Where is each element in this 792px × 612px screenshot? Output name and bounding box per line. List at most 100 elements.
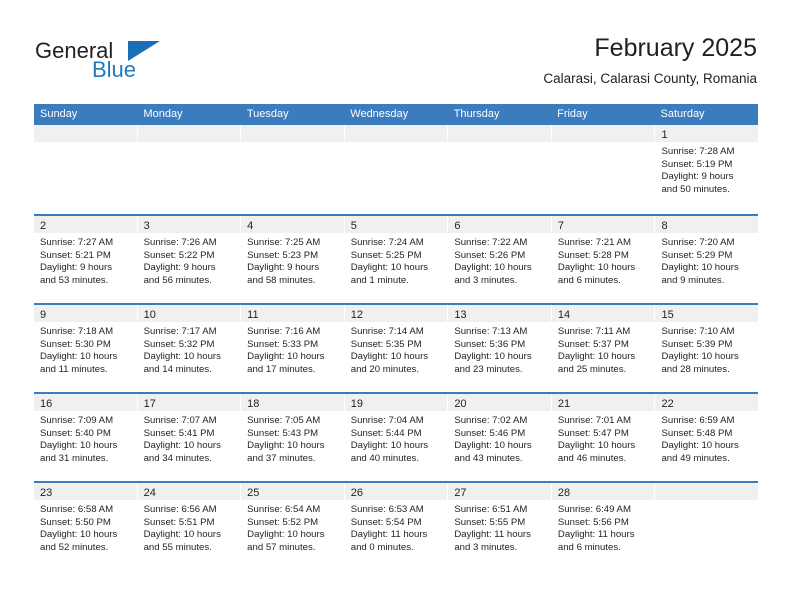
weekday-header-monday: Monday [143,108,183,120]
day-detail-line: and 40 minutes. [350,452,420,464]
day-detail-line: Sunset: 5:50 PM [40,516,111,528]
calendar-day-cell[interactable]: 27 Sunrise: 6:51 AM Sunset: 5:55 PM Dayligh… [448,483,552,570]
day-detail-line: Sunset: 5:39 PM [661,338,733,350]
calendar-day-cell[interactable]: 11 Sunrise: 7:16 AM Sunset: 5:33 PM Dayligh… [241,305,345,392]
day-number-band: 25 [241,483,344,500]
day-detail-line: Sunrise: 6:49 AM [557,504,631,515]
day-detail-line: and 57 minutes. [247,541,316,553]
calendar-day-cell[interactable]: 14 Sunrise: 7:11 AM Sunset: 5:37 PM Dayligh… [551,305,656,392]
calendar-day-cell[interactable]: 15 Sunrise: 7:10 AM Sunset: 5:39 PM Dayligh… [655,305,759,392]
day-number: 12 [350,309,363,321]
day-detail-line: and 28 minutes. [661,363,730,375]
day-number-band [551,125,655,142]
day-details: Sunrise: 6:49 AM Sunset: 5:56 PM Daylight:… [552,500,655,554]
general-blue-logo[interactable]: General Blue [35,38,215,84]
calendar-day-cell[interactable]: 26 Sunrise: 6:53 AM Sunset: 5:54 PM Dayligh… [344,483,449,570]
day-detail-line: Sunset: 5:36 PM [454,338,526,350]
weekday-header-friday: Friday [557,108,588,120]
calendar-day-cell-empty [551,125,656,214]
day-detail-line: Sunrise: 6:58 AM [40,504,114,515]
day-detail-line: Sunset: 5:29 PM [661,249,733,261]
day-number-band: 14 [551,305,655,322]
day-detail-line: Sunset: 5:44 PM [350,427,422,439]
page-title: February 2025 [594,34,757,62]
weekday-header-wednesday: Wednesday [350,108,409,120]
day-detail-line: Daylight: 9 hours [143,262,216,274]
calendar-day-cell[interactable]: 24 Sunrise: 6:56 AM Sunset: 5:51 PM Dayligh… [137,483,242,570]
calendar-day-cell[interactable]: 19 Sunrise: 7:04 AM Sunset: 5:44 PM Dayligh… [344,394,449,481]
day-detail-line: Sunset: 5:35 PM [350,338,422,350]
day-details [241,142,344,146]
day-detail-line: and 37 minutes. [247,452,316,464]
day-details: Sunrise: 7:22 AM Sunset: 5:26 PM Daylight:… [448,233,551,287]
day-number: 17 [143,398,156,410]
day-details [655,500,758,504]
calendar-day-cell[interactable]: 16 Sunrise: 7:09 AM Sunset: 5:40 PM Dayligh… [34,394,138,481]
day-number: 22 [661,398,674,410]
day-detail-line: and 46 minutes. [557,452,627,464]
calendar-day-cell[interactable]: 2 Sunrise: 7:27 AM Sunset: 5:21 PM Daylight… [34,216,138,303]
day-details: Sunrise: 7:02 AM Sunset: 5:46 PM Daylight:… [448,411,551,465]
calendar-day-cell[interactable]: 12 Sunrise: 7:14 AM Sunset: 5:35 PM Dayligh… [344,305,449,392]
calendar-day-cell[interactable]: 9 Sunrise: 7:18 AM Sunset: 5:30 PM Daylight… [34,305,138,392]
day-number: 20 [454,398,467,410]
calendar-day-cell[interactable]: 23 Sunrise: 6:58 AM Sunset: 5:50 PM Dayligh… [34,483,138,570]
calendar-day-cell[interactable]: 4 Sunrise: 7:25 AM Sunset: 5:23 PM Daylight… [241,216,345,303]
calendar-day-cell-empty [241,125,345,214]
day-number-band: 7 [551,216,655,233]
day-detail-line: Sunset: 5:51 PM [143,516,215,528]
day-detail-line: Sunrise: 7:13 AM [454,326,528,337]
day-detail-line: and 53 minutes. [40,274,109,286]
calendar-day-cell[interactable]: 7 Sunrise: 7:21 AM Sunset: 5:28 PM Daylight… [551,216,656,303]
calendar-day-cell[interactable]: 1 Sunrise: 7:28 AM Sunset: 5:19 PM Daylight… [655,125,759,214]
calendar-day-cell[interactable]: 6 Sunrise: 7:22 AM Sunset: 5:26 PM Daylight… [448,216,552,303]
day-detail-line: Sunset: 5:47 PM [557,427,629,439]
title-block: February 2025 Calarasi, Calarasi County,… [543,33,757,89]
day-detail-line: Sunrise: 7:20 AM [661,237,735,248]
day-detail-line: Sunrise: 7:25 AM [247,237,321,248]
calendar-day-cell[interactable]: 18 Sunrise: 7:05 AM Sunset: 5:43 PM Dayligh… [241,394,345,481]
day-detail-line: and 50 minutes. [661,183,730,195]
day-detail-line: Daylight: 9 hours [661,171,734,183]
day-number: 10 [143,309,156,321]
weekday-header-row: Sunday Monday Tuesday Wednesday Thursday Frid… [34,104,758,125]
calendar-day-cell[interactable]: 8 Sunrise: 7:20 AM Sunset: 5:29 PM Daylight… [655,216,759,303]
day-detail-line: and 34 minutes. [143,452,212,464]
day-number-band: 5 [344,216,448,233]
calendar-day-cell[interactable]: 17 Sunrise: 7:07 AM Sunset: 5:41 PM Dayligh… [137,394,242,481]
day-details: Sunrise: 7:10 AM Sunset: 5:39 PM Daylight:… [655,322,758,376]
day-details: Sunrise: 6:56 AM Sunset: 5:51 PM Daylight:… [138,500,241,554]
weekday-header-thursday: Thursday [453,108,500,120]
day-detail-line: and 31 minutes. [40,452,109,464]
day-number-band: 26 [344,483,448,500]
calendar-day-cell[interactable]: 28 Sunrise: 6:49 AM Sunset: 5:56 PM Dayligh… [551,483,656,570]
day-detail-line: and 58 minutes. [247,274,316,286]
calendar-day-cell[interactable]: 5 Sunrise: 7:24 AM Sunset: 5:25 PM Daylight… [344,216,449,303]
calendar-day-cell[interactable]: 10 Sunrise: 7:17 AM Sunset: 5:32 PM Dayligh… [137,305,242,392]
calendar-page: General Blue February 2025 Calarasi, Cal… [0,0,792,612]
calendar-day-cell[interactable]: 13 Sunrise: 7:13 AM Sunset: 5:36 PM Dayligh… [448,305,552,392]
calendar-week-row: 2 Sunrise: 7:27 AM Sunset: 5:21 PM Daylight… [34,214,759,303]
day-details: Sunrise: 7:11 AM Sunset: 5:37 PM Daylight:… [552,322,655,376]
calendar-day-cell[interactable]: 3 Sunrise: 7:26 AM Sunset: 5:22 PM Daylight… [137,216,242,303]
day-detail-line: Daylight: 10 hours [454,351,532,363]
day-number-band: 24 [137,483,241,500]
day-detail-line: Daylight: 10 hours [40,351,118,363]
day-number: 11 [247,309,259,321]
day-details: Sunrise: 7:16 AM Sunset: 5:33 PM Daylight:… [241,322,344,376]
calendar-day-cell[interactable]: 25 Sunrise: 6:54 AM Sunset: 5:52 PM Dayligh… [241,483,345,570]
day-detail-line: and 0 minutes. [350,541,414,553]
day-number: 1 [661,129,668,141]
calendar-day-cell[interactable]: 20 Sunrise: 7:02 AM Sunset: 5:46 PM Dayligh… [448,394,552,481]
day-number-band: 8 [655,216,759,233]
day-number-band: 22 [655,394,759,411]
calendar-day-cell[interactable]: 21 Sunrise: 7:01 AM Sunset: 5:47 PM Dayligh… [551,394,656,481]
calendar-day-cell[interactable]: 22 Sunrise: 6:59 AM Sunset: 5:48 PM Dayligh… [655,394,759,481]
day-detail-line: Daylight: 10 hours [143,351,221,363]
day-number-band: 1 [655,125,759,142]
day-number-band: 10 [137,305,241,322]
weekday-header-saturday: Saturday [660,108,705,120]
day-detail-line: Sunset: 5:30 PM [40,338,111,350]
day-detail-line: Sunset: 5:52 PM [247,516,319,528]
day-detail-line: Sunset: 5:55 PM [454,516,526,528]
